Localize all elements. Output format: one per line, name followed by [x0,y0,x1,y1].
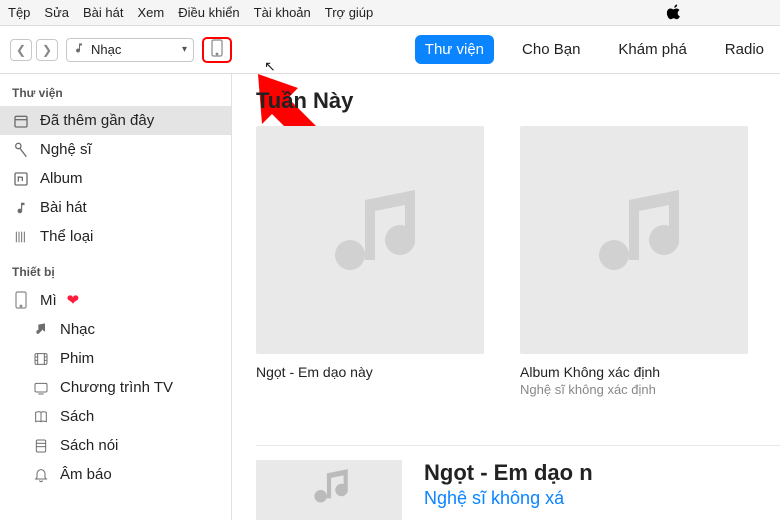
music-notes-icon [32,322,50,338]
tv-icon [32,380,50,396]
sidebar-device-tones[interactable]: Âm báo [0,460,231,489]
sidebar-item-recently-added[interactable]: Đã thêm gần đây [0,106,231,135]
tab-browse[interactable]: Khám phá [608,35,696,64]
album-icon [12,171,30,187]
menu-account[interactable]: Tài khoản [254,5,311,20]
album-card[interactable]: Album Không xác định Nghệ sĩ không xác đ… [520,126,748,397]
sidebar-section-devices: Thiết bị [0,261,231,285]
nav-tabs: Thư viện Cho Bạn Khám phá Radio [415,35,774,64]
sidebar-item-label: Sách [60,408,94,425]
menu-file[interactable]: Tệp [8,5,30,20]
sidebar-device-movies[interactable]: Phim [0,344,231,373]
sidebar-item-label: Thể loại [40,228,93,245]
bell-icon [32,467,50,483]
sidebar-item-artists[interactable]: Nghệ sĩ [0,135,231,164]
menu-song[interactable]: Bài hát [83,5,123,20]
sidebar-item-label: Mì [40,292,57,309]
main-content: Tuần Này Ngọt - Em dạo này Album Không x… [232,74,780,520]
calendar-icon [12,113,30,129]
sidebar-item-label: Phim [60,350,94,367]
detail-art-placeholder [256,460,402,520]
sidebar-item-label: Nhạc [60,321,95,338]
tab-library[interactable]: Thư viện [415,35,494,64]
album-title: Album Không xác định [520,364,748,380]
film-icon [32,351,50,367]
sidebar: Thư viện Đã thêm gần đây Nghệ sĩ Album B… [0,74,232,520]
sidebar-item-label: Âm báo [60,466,112,483]
section-title: Tuần Này [256,88,762,114]
sidebar-item-label: Đã thêm gần đây [40,112,154,129]
album-art-placeholder [256,126,484,354]
music-note-icon [12,200,30,216]
album-card[interactable]: Ngọt - Em dạo này [256,126,484,397]
sidebar-section-library: Thư viện [0,82,231,106]
sidebar-item-genres[interactable]: Thể loại [0,222,231,251]
detail-title: Ngọt - Em dạo n [424,460,593,486]
heart-icon: ❤ [67,291,80,309]
back-button[interactable]: ❮ [10,39,32,61]
microphone-icon [12,142,30,158]
sidebar-device-item[interactable]: Mì ❤ [0,285,231,315]
detail-artist-link[interactable]: Nghệ sĩ không xá [424,488,593,509]
menu-controls[interactable]: Điều khiển [178,5,239,20]
album-title: Ngọt - Em dạo này [256,364,484,380]
chevron-left-icon: ❮ [16,43,26,57]
phone-icon [12,291,30,309]
forward-button[interactable]: ❯ [36,39,58,61]
sidebar-device-books[interactable]: Sách [0,402,231,431]
tab-for-you[interactable]: Cho Bạn [512,35,590,64]
sidebar-device-audiobooks[interactable]: Sách nói [0,431,231,460]
now-playing-strip: Ngọt - Em dạo n Nghệ sĩ không xá [256,445,780,520]
menu-edit[interactable]: Sửa [44,5,69,20]
sidebar-item-label: Chương trình TV [60,379,173,396]
music-note-icon [73,41,85,58]
toolbar: ❮ ❯ Nhạc ▾ Thư viện Cho Bạn Khám phá Rad… [0,26,780,74]
audiobook-icon [32,438,50,454]
book-icon [32,409,50,425]
album-art-placeholder [520,126,748,354]
menu-help[interactable]: Trợ giúp [325,5,374,20]
sidebar-item-label: Nghệ sĩ [40,141,92,158]
media-type-dropdown[interactable]: Nhạc ▾ [66,38,194,62]
updown-caret-icon: ▾ [182,45,187,55]
chevron-right-icon: ❯ [42,43,52,57]
menu-view[interactable]: Xem [138,5,165,20]
sidebar-device-music[interactable]: Nhạc [0,315,231,344]
apple-logo-icon [666,2,684,25]
album-artist: Nghệ sĩ không xác định [520,382,748,397]
dropdown-label: Nhạc [91,42,176,57]
tab-radio[interactable]: Radio [715,35,774,64]
sidebar-item-songs[interactable]: Bài hát [0,193,231,222]
phone-icon [211,39,223,60]
guitar-icon [12,229,30,245]
sidebar-item-label: Album [40,170,83,187]
sidebar-item-label: Bài hát [40,199,87,216]
device-button[interactable] [202,37,232,63]
sidebar-item-label: Sách nói [60,437,118,454]
sidebar-item-albums[interactable]: Album [0,164,231,193]
menu-bar: Tệp Sửa Bài hát Xem Điều khiển Tài khoản… [0,0,780,26]
sidebar-device-tv[interactable]: Chương trình TV [0,373,231,402]
